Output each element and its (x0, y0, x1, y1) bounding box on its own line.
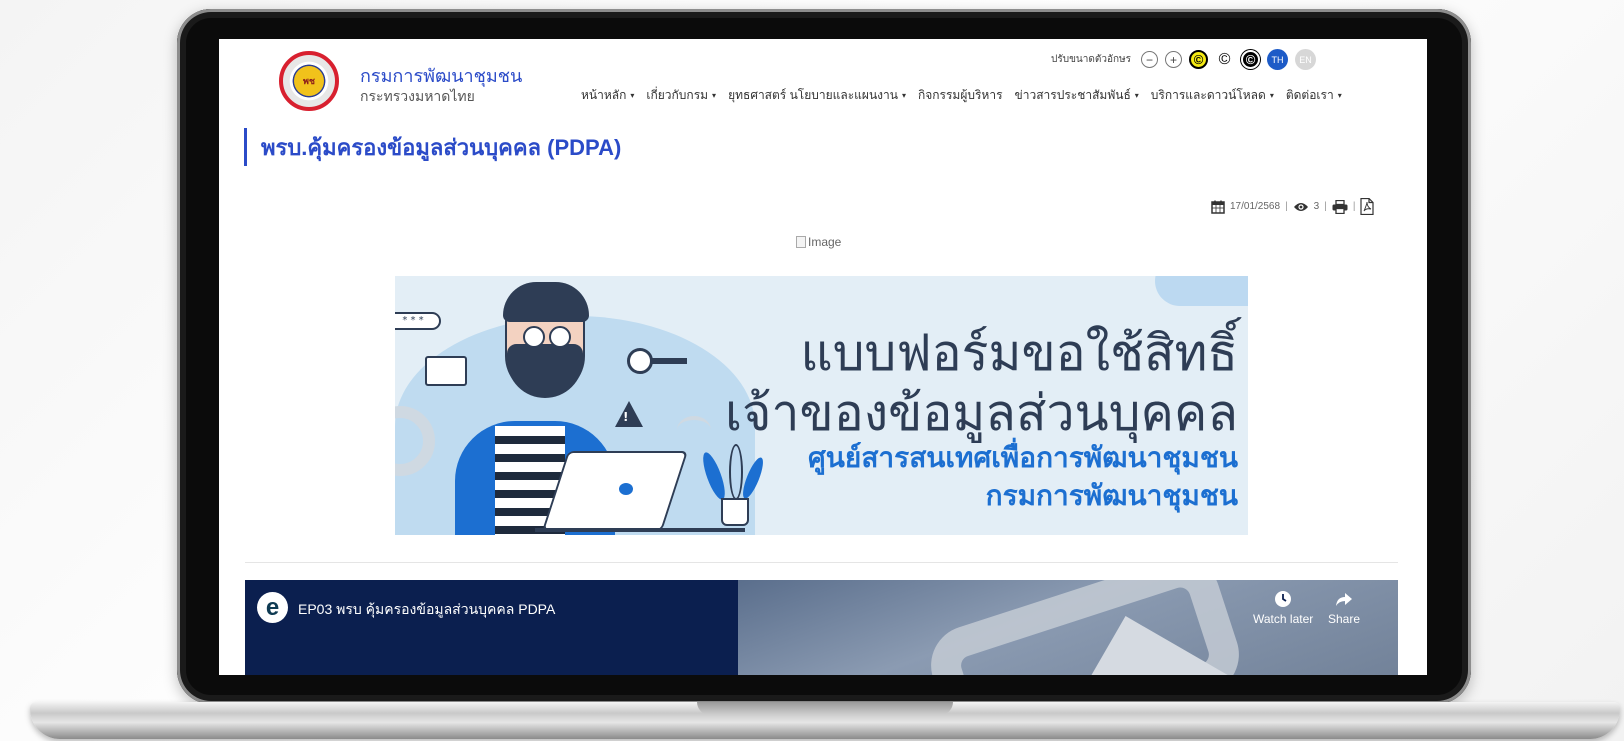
chevron-down-icon: ▾ (1134, 91, 1139, 100)
nav-label: กิจกรรมผู้บริหาร (917, 88, 1003, 102)
contrast-dark-button[interactable]: © (1240, 50, 1260, 69)
lang-en-button[interactable]: EN (1294, 49, 1316, 70)
font-decrease-button[interactable]: − (1140, 51, 1158, 68)
nav-label: ยุทธศาสตร์ นโยบายและแผนงาน (728, 88, 898, 102)
contrast-yellow-button[interactable]: © (1188, 50, 1208, 69)
banner-bg-shape (1155, 276, 1248, 306)
calendar-icon (1211, 200, 1225, 214)
chevron-down-icon: ▾ (901, 91, 906, 100)
publish-date: 17/01/2568 (1230, 201, 1281, 212)
nav-label: ข่าวสารประชาสัมพันธ์ (1014, 88, 1131, 102)
laptop-hinge-notch (697, 702, 953, 715)
share-icon (1336, 593, 1353, 606)
share-label: Share (1328, 612, 1361, 626)
laptop-illustration-base (535, 528, 745, 532)
nav-item-about[interactable]: เกี่ยวกับกรม ▾ (640, 86, 722, 105)
chevron-down-icon: ▾ (630, 91, 635, 100)
nav-item-executive-activities[interactable]: กิจกรรมผู้บริหาร (912, 86, 1009, 105)
clock-icon (1275, 591, 1292, 607)
wifi-icon (677, 416, 711, 444)
nav-item-strategy[interactable]: ยุทธศาสตร์ นโยบายและแผนงาน ▾ (722, 86, 912, 105)
watch-later-button[interactable]: Watch later (1253, 590, 1313, 626)
watch-later-label: Watch later (1253, 612, 1314, 626)
banner-subline-2: กรมการพัฒนาชุมชน (985, 480, 1238, 511)
eye-icon (1293, 202, 1308, 211)
pdpa-banner[interactable]: * * * ! แบบฟอร์มขอใช้สิทธิ์ เจ้าของข้อมู… (395, 276, 1248, 535)
org-logo-emblem: พช (294, 66, 324, 96)
person-illustration-hair (503, 282, 589, 322)
print-icon[interactable] (1332, 199, 1348, 214)
font-size-label: ปรับขนาดตัวอักษร (1051, 54, 1131, 65)
share-button[interactable]: Share (1328, 590, 1360, 626)
nav-item-contact[interactable]: ติดต่อเรา ▾ (1280, 86, 1348, 105)
font-increase-button[interactable]: + (1164, 51, 1182, 68)
folder-icon (425, 356, 467, 386)
nav-label: หน้าหลัก (581, 88, 627, 102)
broken-image-icon (796, 236, 806, 248)
accessibility-bar: ปรับขนาดตัวอักษร − + © © © TH EN (1051, 49, 1316, 70)
org-logo[interactable]: พช (279, 51, 339, 111)
youtube-embed[interactable]: e EP03 พรบ คุ้มครองข้อมูลส่วนบุคคล PDPA … (245, 580, 1398, 675)
chevron-down-icon: ▾ (1269, 91, 1274, 100)
channel-logo[interactable]: e (257, 592, 288, 623)
video-title[interactable]: EP03 พรบ คุ้มครองข้อมูลส่วนบุคคล PDPA (298, 599, 555, 621)
nav-label: บริการและดาวน์โหลด (1150, 88, 1266, 102)
warning-icon (615, 401, 643, 427)
article-meta: 17/01/2568 | 3 | | (1211, 198, 1375, 215)
key-icon (627, 348, 687, 374)
plant-pot-illustration (721, 498, 749, 526)
broken-image-placeholder: Image (796, 235, 841, 249)
meta-divider: | (1352, 201, 1356, 212)
lang-th-button[interactable]: TH (1266, 49, 1288, 70)
view-count: 3 (1313, 201, 1320, 212)
meta-divider: | (1324, 201, 1327, 212)
nav-label: ติดต่อเรา (1285, 88, 1334, 102)
warning-icon-mark: ! (623, 410, 629, 424)
pdf-icon[interactable] (1360, 198, 1375, 215)
password-field-illustration: * * * (395, 312, 441, 330)
chevron-down-icon: ▾ (712, 91, 717, 100)
nav-item-news[interactable]: ข่าวสารประชาสัมพันธ์ ▾ (1009, 86, 1145, 105)
content-divider (245, 562, 1398, 563)
meta-divider: | (1285, 201, 1288, 212)
nav-label: เกี่ยวกับกรม (646, 88, 709, 102)
main-nav: หน้าหลัก ▾ เกี่ยวกับกรม ▾ ยุทธศาสตร์ นโย… (575, 86, 1348, 105)
nav-item-services[interactable]: บริการและดาวน์โหลด ▾ (1145, 86, 1280, 105)
chevron-down-icon: ▾ (1337, 91, 1342, 100)
browser-screen: พช กรมการพัฒนาชุมชน กระทรวงมหาดไทย ปรับข… (219, 39, 1427, 675)
ministry-name: กระทรวงมหาดไทย (360, 88, 475, 104)
laptop-illustration-logo (619, 483, 633, 495)
nav-item-home[interactable]: หน้าหลัก ▾ (575, 86, 640, 105)
glasses-illustration (523, 326, 577, 348)
broken-image-alt: Image (808, 235, 842, 249)
page-title: พรบ.คุ้มครองข้อมูลส่วนบุคคล (PDPA) (244, 128, 621, 166)
contrast-normal-button[interactable]: © (1214, 50, 1234, 69)
